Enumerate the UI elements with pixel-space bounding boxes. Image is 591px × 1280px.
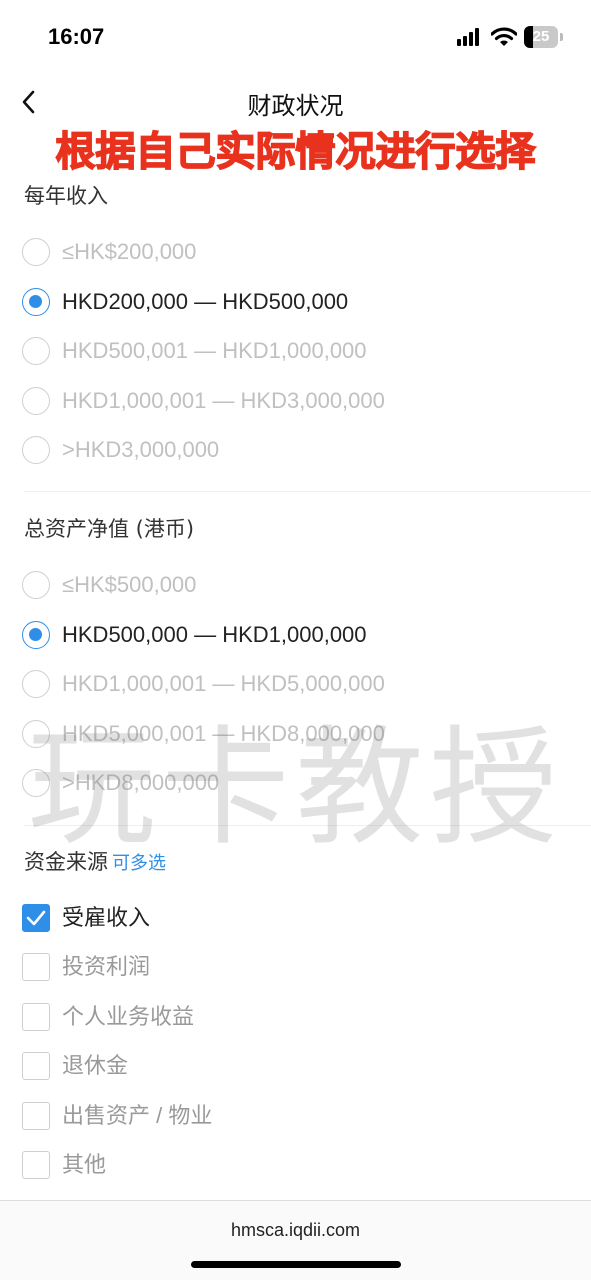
checkbox[interactable] (22, 1052, 50, 1080)
option-label: HKD200,000 — HKD500,000 (62, 289, 349, 314)
income-option[interactable]: HKD500,001 — HKD1,000,000 (20, 332, 560, 372)
annual-income-title: 每年收入 (24, 184, 108, 208)
radio-button[interactable] (22, 337, 50, 365)
radio-button[interactable] (22, 387, 50, 415)
checkbox[interactable] (22, 1102, 50, 1130)
assets-option[interactable]: ≤HK$500,000 (20, 566, 560, 606)
radio-button-selected[interactable] (22, 621, 50, 649)
checkmark-icon (26, 910, 46, 926)
fund-source-option[interactable]: 个人业务收益 (20, 998, 560, 1038)
divider (24, 491, 591, 492)
radio-button[interactable] (22, 769, 50, 797)
fund-source-option[interactable]: 出售资产 / 物业 (20, 1097, 560, 1137)
option-label: HKD500,001 — HKD1,000,000 (62, 338, 367, 363)
radio-button[interactable] (22, 436, 50, 464)
radio-button[interactable] (22, 238, 50, 266)
option-label: HKD5,000,001 — HKD8,000,000 (62, 721, 385, 746)
radio-button[interactable] (22, 571, 50, 599)
option-label: >HKD3,000,000 (62, 437, 220, 462)
checkbox-checked[interactable] (22, 904, 50, 932)
income-option[interactable]: HKD200,000 — HKD500,000 (20, 283, 560, 323)
income-option[interactable]: >HKD3,000,000 (20, 431, 560, 471)
option-label: ≤HK$200,000 (62, 239, 197, 264)
income-option[interactable]: ≤HK$200,000 (20, 233, 560, 273)
radio-button[interactable] (22, 670, 50, 698)
home-indicator[interactable] (191, 1261, 401, 1268)
fund-source-option[interactable]: 受雇收入 (20, 899, 560, 939)
assets-option[interactable]: >HKD8,000,000 (20, 764, 560, 804)
option-label: HKD1,000,001 — HKD5,000,000 (62, 671, 385, 696)
multi-select-hint: 可多选 (112, 853, 166, 874)
fund-source-option[interactable]: 退休金 (20, 1047, 560, 1087)
assets-option[interactable]: HKD1,000,001 — HKD5,000,000 (20, 665, 560, 705)
fund-source-title: 资金来源 可多选 (24, 846, 166, 876)
income-option[interactable]: HKD1,000,001 — HKD3,000,000 (20, 382, 560, 422)
option-label: 出售资产 / 物业 (62, 1103, 213, 1128)
battery-level: 25 (532, 28, 550, 45)
checkbox[interactable] (22, 1151, 50, 1179)
fund-source-option[interactable]: 投资利润 (20, 948, 560, 988)
checkbox[interactable] (22, 1003, 50, 1031)
status-bar: 16:07 25 (0, 0, 591, 74)
divider (24, 825, 591, 826)
radio-button[interactable] (22, 720, 50, 748)
option-label: HKD500,000 — HKD1,000,000 (62, 622, 367, 647)
checkbox[interactable] (22, 953, 50, 981)
option-label: >HKD8,000,000 (62, 770, 220, 795)
assets-option[interactable]: HKD5,000,001 — HKD8,000,000 (20, 715, 560, 755)
status-time: 16:07 (48, 24, 105, 49)
option-label: 其他 (62, 1152, 107, 1177)
signal-icon (457, 28, 483, 46)
url-text[interactable]: hmsca.iqdii.com (0, 1220, 591, 1241)
page-title: 财政状况 (247, 92, 344, 120)
option-label: 退休金 (62, 1053, 129, 1078)
net-assets-title: 总资产净值 (港币) (24, 517, 195, 541)
overlay-banner: 根据自己实际情况进行选择 (55, 128, 537, 176)
assets-option[interactable]: HKD500,000 — HKD1,000,000 (20, 616, 560, 656)
fund-source-option[interactable]: 其他 (20, 1146, 560, 1186)
option-label: ≤HK$500,000 (62, 572, 197, 597)
option-label: HKD1,000,001 — HKD3,000,000 (62, 388, 385, 413)
option-label: 投资利润 (62, 954, 151, 979)
option-label: 个人业务收益 (62, 1004, 195, 1029)
battery-icon: 25 (524, 26, 564, 48)
browser-url-bar: hmsca.iqdii.com (0, 1200, 591, 1280)
radio-button-selected[interactable] (22, 288, 50, 316)
fund-source-title-text: 资金来源 (24, 850, 108, 874)
option-label: 受雇收入 (62, 905, 151, 930)
wifi-icon (490, 26, 518, 48)
